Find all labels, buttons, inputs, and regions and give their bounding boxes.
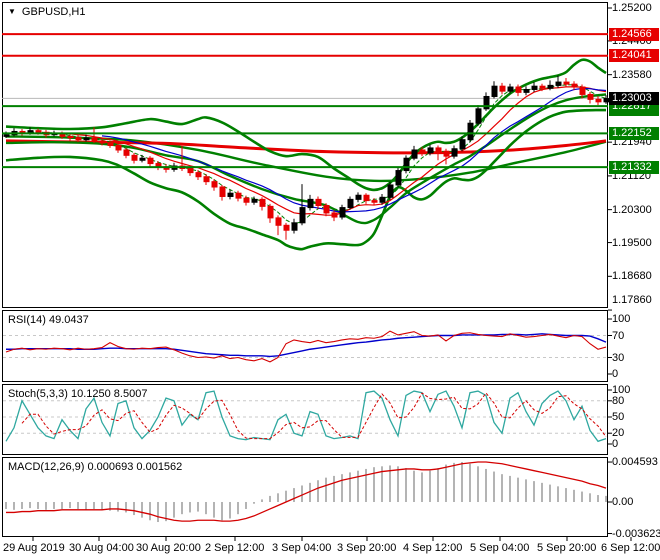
chart-canvas[interactable] xyxy=(0,0,660,560)
rsi-axis-label: 0 xyxy=(612,368,619,380)
macd-axis-label: -0.003623 xyxy=(612,527,660,540)
price-axis-badge: 1.23003 xyxy=(609,91,659,105)
symbol-title: GBPUSD,H1 xyxy=(21,6,86,18)
price-axis-label: 1.18680 xyxy=(612,270,652,283)
stochastic-axis-label: 80 xyxy=(612,394,625,407)
rsi-axis-label: 70 xyxy=(612,329,625,342)
price-axis-badge: 1.24566 xyxy=(609,27,659,41)
rsi-indicator-label: RSI(14) 49.0437 xyxy=(8,314,89,326)
rsi-panel-frame xyxy=(2,310,608,382)
time-axis-label: 4 Sep 12:00 xyxy=(403,542,463,554)
time-axis-label: 5 Sep 04:00 xyxy=(470,542,530,554)
time-axis-label: 3 Sep 20:00 xyxy=(337,542,397,554)
symbol-dropdown-icon[interactable]: ▼ xyxy=(8,8,16,16)
price-axis-label: 1.25200 xyxy=(612,2,652,14)
price-axis-label: 1.17860 xyxy=(612,294,652,306)
price-axis-label: 1.19500 xyxy=(612,236,652,249)
stochastic-indicator-label: Stoch(5,3,3) 10.1250 8.5007 xyxy=(8,388,148,400)
macd-axis-label: 0.00 xyxy=(612,496,634,508)
macd-indicator-label: MACD(12,26,9) 0.000693 0.001562 xyxy=(8,461,183,473)
time-axis-label: 30 Aug 20:00 xyxy=(136,542,201,554)
time-axis-label: 30 Aug 04:00 xyxy=(69,542,134,554)
price-axis-badge: 1.21332 xyxy=(609,160,659,174)
macd-axis-label: 0.004593 xyxy=(612,456,658,469)
symbol-selector[interactable]: ▼ GBPUSD,H1 xyxy=(8,6,86,18)
bollinger-lower xyxy=(5,108,607,251)
rsi-axis-label: 100 xyxy=(612,313,631,325)
price-axis-badge: 1.24041 xyxy=(609,49,659,63)
stochastic-axis-label: 0 xyxy=(612,438,619,450)
time-axis-label: 2 Sep 12:00 xyxy=(205,542,265,554)
rsi-signal-line xyxy=(6,333,607,358)
time-axis-label: 5 Sep 20:00 xyxy=(537,542,597,554)
time-axis-label: 29 Aug 2019 xyxy=(3,542,65,554)
chart-window: ▼ GBPUSD,H1 RSI(14) 49.0437 Stoch(5,3,3)… xyxy=(0,0,660,560)
candles-layer xyxy=(3,75,610,240)
rsi-axis-label: 30 xyxy=(612,351,625,364)
price-axis-label: 1.20300 xyxy=(612,203,652,216)
time-axis-label: 6 Sep 12:00 xyxy=(601,542,660,554)
stochastic-axis-label: 50 xyxy=(612,411,625,423)
price-axis-label: 1.23580 xyxy=(612,68,652,81)
price-axis-badge: 1.22152 xyxy=(609,126,659,140)
time-axis-label: 3 Sep 04:00 xyxy=(272,542,332,554)
